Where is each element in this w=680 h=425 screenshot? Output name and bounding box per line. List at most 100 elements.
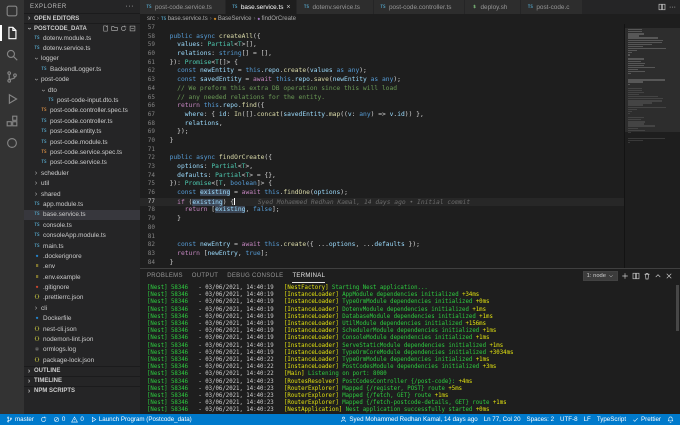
- new-folder-icon[interactable]: [111, 25, 118, 32]
- tab-post-code-c[interactable]: TS post-code.c: [521, 0, 584, 14]
- explorer-button[interactable]: [0, 22, 24, 44]
- refresh-icon[interactable]: [120, 25, 127, 32]
- tree-item-consoleapp-module-ts[interactable]: TS consoleApp.module.ts: [24, 230, 140, 240]
- tree-item-post-code-controller-ts[interactable]: TS post-code.controller.ts: [24, 116, 140, 126]
- line-number[interactable]: 62: [140, 67, 162, 76]
- split-terminal-icon[interactable]: [632, 272, 640, 280]
- line-number[interactable]: 84: [140, 259, 162, 268]
- new-file-icon[interactable]: [102, 25, 109, 32]
- tree-item-base-service-ts[interactable]: TS base.service.ts: [24, 209, 140, 221]
- tree-item-post-code-input-dto-ts[interactable]: TS post-code-input.dto.ts: [24, 95, 140, 105]
- tree-item-backendlogger-ts[interactable]: TS BackendLogger.ts: [24, 64, 140, 74]
- timeline-section[interactable]: › TIMELINE: [24, 375, 140, 386]
- open-editors-section[interactable]: › OPEN EDITORS: [24, 13, 140, 23]
- close-panel-icon[interactable]: [665, 272, 673, 280]
- tab-post-code-controller-ts[interactable]: TS post-code.controller.ts: [373, 0, 466, 14]
- new-terminal-icon[interactable]: [621, 272, 629, 280]
- code-area[interactable]: 57 58 public async createAll({59 values: …: [140, 24, 624, 268]
- line-number[interactable]: 72: [140, 154, 162, 163]
- status-gitlens-blame[interactable]: Syed Mohammed Redhan Kamal, 14 days ago: [337, 416, 480, 423]
- line-number[interactable]: 77: [140, 198, 162, 207]
- tree-item-scheduler[interactable]: › scheduler: [24, 168, 140, 178]
- line-number[interactable]: 60: [140, 50, 162, 59]
- panel-tab-terminal[interactable]: TERMINAL: [292, 269, 326, 283]
- tree-item-gitignore[interactable]: ◆ .gitignore: [24, 282, 140, 292]
- status-formatter[interactable]: Prettier: [629, 416, 664, 423]
- line-number[interactable]: 64: [140, 85, 162, 94]
- collapse-all-icon[interactable]: [129, 25, 136, 32]
- tree-item-dto[interactable]: › dto: [24, 85, 140, 95]
- panel-tab-output[interactable]: OUTPUT: [192, 269, 218, 283]
- line-number[interactable]: 79: [140, 215, 162, 224]
- line-number[interactable]: 67: [140, 111, 162, 120]
- panel-tab-debug-console[interactable]: DEBUG CONSOLE: [227, 269, 283, 283]
- tree-item-cli[interactable]: › cli: [24, 303, 140, 313]
- line-number[interactable]: 70: [140, 137, 162, 146]
- tab-deploy-sh[interactable]: $ deploy.sh: [465, 0, 522, 14]
- line-number[interactable]: 76: [140, 189, 162, 198]
- status-problems-errors[interactable]: 0: [50, 416, 68, 423]
- status-eol[interactable]: LF: [581, 416, 594, 423]
- status-sync[interactable]: [37, 416, 50, 423]
- line-number[interactable]: 71: [140, 146, 162, 155]
- maximize-panel-icon[interactable]: [654, 272, 662, 280]
- tree-item-post-code[interactable]: › post-code: [24, 75, 140, 85]
- split-editor-icon[interactable]: [658, 3, 666, 11]
- terminal-scrollbar[interactable]: [676, 285, 679, 331]
- remote-button[interactable]: [0, 132, 24, 154]
- tree-item-logger[interactable]: › logger: [24, 54, 140, 64]
- tree-item-dotenv-module-ts[interactable]: TS dotenv.module.ts: [24, 33, 140, 43]
- breadcrumb-item-src[interactable]: src: [147, 16, 155, 22]
- explorer-more-actions-icon[interactable]: ···: [126, 3, 135, 10]
- line-number[interactable]: 68: [140, 120, 162, 129]
- kill-terminal-icon[interactable]: [643, 272, 651, 280]
- tab-base-service-ts[interactable]: TS base.service.ts ×: [225, 0, 298, 14]
- tree-item-nodemon-lint-json[interactable]: {} nodemon-lint.json: [24, 334, 140, 344]
- tree-item-post-code-entity-ts[interactable]: TS post-code.entity.ts: [24, 127, 140, 137]
- status-language-mode[interactable]: TypeScript: [594, 416, 629, 423]
- extensions-button[interactable]: [0, 110, 24, 132]
- outline-section[interactable]: › OUTLINE: [24, 365, 140, 376]
- status-problems-warnings[interactable]: 0: [68, 416, 86, 423]
- status-cursor-position[interactable]: Ln 77, Col 20: [481, 416, 524, 423]
- line-number[interactable]: 75: [140, 180, 162, 189]
- tree-item-dotenv-service-ts[interactable]: TS dotenv.service.ts: [24, 43, 140, 53]
- source-control-button[interactable]: [0, 66, 24, 88]
- line-number[interactable]: 78: [140, 206, 162, 215]
- status-indentation[interactable]: Spaces: 2: [524, 416, 558, 423]
- tree-item-post-code-controller-spec-ts[interactable]: TS post-code.controller.spec.ts: [24, 106, 140, 116]
- search-button[interactable]: [0, 44, 24, 66]
- tree-item-nest-cli-json[interactable]: {} nest-cli.json: [24, 324, 140, 334]
- status-launch-config[interactable]: Launch Program (Postcode_data): [87, 416, 195, 423]
- line-number[interactable]: 81: [140, 233, 162, 242]
- tree-item-env[interactable]: ≡ .env: [24, 262, 140, 272]
- line-number[interactable]: 58: [140, 33, 162, 42]
- line-number[interactable]: 63: [140, 76, 162, 85]
- breadcrumb-item-base-service-ts[interactable]: TS base.service.ts: [161, 16, 208, 22]
- tree-item-package-lock-json[interactable]: {} package-lock.json: [24, 355, 140, 365]
- line-number[interactable]: 59: [140, 41, 162, 50]
- app-logo-button[interactable]: [0, 0, 24, 22]
- tree-item-console-ts[interactable]: TS console.ts: [24, 220, 140, 230]
- tree-item-post-code-module-ts[interactable]: TS post-code.module.ts: [24, 137, 140, 147]
- status-notifications[interactable]: [664, 416, 677, 423]
- tree-item-dockerfile[interactable]: ◆ Dockerfile: [24, 314, 140, 324]
- tree-item-post-code-service-spec-ts[interactable]: TS post-code.service.spec.ts: [24, 147, 140, 157]
- status-encoding[interactable]: UTF-8: [557, 416, 581, 423]
- line-number[interactable]: 57: [140, 24, 162, 33]
- tree-item-prettierrc-json[interactable]: {} .prettierrc.json: [24, 293, 140, 303]
- project-section[interactable]: › POSTCODE_DATA: [24, 23, 140, 33]
- terminal-selector[interactable]: 1: node: [582, 271, 618, 281]
- terminal-output[interactable]: [Nest] 58346 - 03/06/2021, 14:40:19 [Nes…: [140, 283, 680, 415]
- tree-item-post-code-service-ts[interactable]: TS post-code.service.ts: [24, 158, 140, 168]
- line-number[interactable]: 73: [140, 163, 162, 172]
- panel-tab-problems[interactable]: PROBLEMS: [147, 269, 183, 283]
- line-number[interactable]: 83: [140, 250, 162, 259]
- tree-item-util[interactable]: › util: [24, 178, 140, 188]
- tree-item-dockerignore[interactable]: ◆ .dockerignore: [24, 251, 140, 261]
- line-number[interactable]: 66: [140, 102, 162, 111]
- tree-item-ormlogs-log[interactable]: ▤ ormlogs.log: [24, 345, 140, 355]
- breadcrumb-item-baseservice[interactable]: ◆ BaseService: [214, 16, 252, 22]
- run-debug-button[interactable]: [0, 88, 24, 110]
- npm-scripts-section[interactable]: › NPM SCRIPTS: [24, 385, 140, 396]
